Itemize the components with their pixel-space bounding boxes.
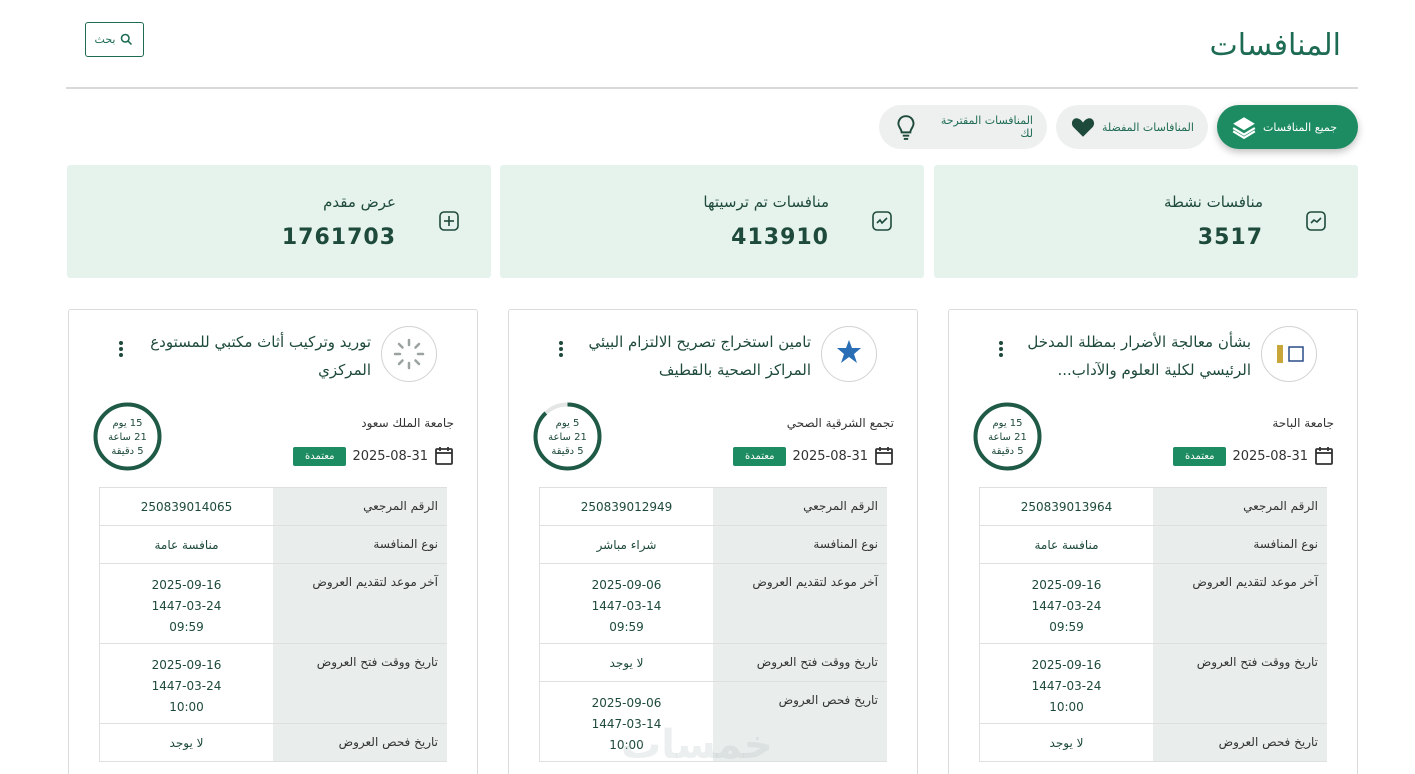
countdown-hours: 21 ساعة	[548, 432, 587, 443]
tender-title[interactable]: توريد وتركيب أثاث مكتبي للمستودع المركزي	[121, 328, 371, 384]
opening-label: تاريخ ووقت فتح العروض	[273, 644, 447, 723]
deadline-value: 2025-09-16 1447-03-24 09:59	[99, 564, 273, 643]
calendar-icon	[435, 447, 453, 465]
opening-label: تاريخ ووقت فتح العروض	[1153, 644, 1327, 723]
examination-value: لا يوجد	[979, 724, 1153, 761]
publish-date: 2025-08-31	[1232, 448, 1308, 464]
stat-value: 413910	[731, 225, 829, 250]
org-logo	[821, 326, 877, 382]
deadline-label: آخر موعد لتقديم العروض	[273, 564, 447, 643]
deadline-value: 2025-09-06 1447-03-14 09:59	[539, 564, 713, 643]
tender-details-table: الرقم المرجعي 250839013964 نوع المنافسة من…	[979, 487, 1327, 762]
header-divider	[66, 87, 1358, 89]
publish-date: 2025-08-31	[792, 448, 868, 464]
countdown-hours: 21 ساعة	[108, 432, 147, 443]
chart-line-icon	[1306, 211, 1326, 231]
calendar-icon	[875, 447, 893, 465]
tab-label: جميع المنافسات	[1263, 120, 1338, 134]
type-value: شراء مباشر	[539, 526, 713, 563]
tender-title[interactable]: تامين استخراج تصريح الالتزام البيئي المر…	[561, 328, 811, 384]
watermark-logo: خمسات	[621, 722, 773, 768]
countdown-text: 15 يوم 21 ساعة 5 دقيقة	[972, 417, 1043, 459]
ref-label: الرقم المرجعي	[273, 488, 447, 525]
more-options-icon[interactable]	[997, 341, 1005, 361]
ref-label: الرقم المرجعي	[713, 488, 887, 525]
countdown-minutes: 5 دقيقة	[551, 446, 584, 457]
opening-value: 2025-09-16 1447-03-24 10:00	[979, 644, 1153, 723]
more-options-icon[interactable]	[117, 341, 125, 361]
tender-title[interactable]: بشأن معالجة الأضرار بمظلة المدخل الرئيسي…	[1001, 328, 1251, 384]
deadline-value: 2025-09-16 1447-03-24 09:59	[979, 564, 1153, 643]
status-badge: معتمدة	[292, 446, 347, 466]
tab-suggested-tenders[interactable]: المنافسات المقترحة لك	[879, 105, 1047, 149]
countdown-days: 15 يوم	[112, 418, 143, 429]
organization-name: تجمع الشرقية الصحي	[786, 416, 894, 430]
ref-value: 250839014065	[99, 488, 273, 525]
organization-name: جامعة الملك سعود	[361, 416, 454, 430]
tab-favorite-tenders[interactable]: المنافاسات المفضلة	[1056, 105, 1208, 149]
layers-icon	[1232, 117, 1256, 140]
org-logo	[1261, 326, 1317, 382]
tabs-bar: جميع المنافسات المنافاسات المفضلة المناف…	[879, 105, 1358, 149]
deadline-label: آخر موعد لتقديم العروض	[1153, 564, 1327, 643]
stat-value: 3517	[1197, 225, 1263, 250]
tab-label: المنافسات المقترحة لك	[940, 114, 1033, 140]
more-options-icon[interactable]	[557, 341, 565, 361]
examination-label: تاريخ فحص العروض	[273, 724, 447, 761]
type-label: نوع المنافسة	[713, 526, 887, 563]
stat-label: منافسات تم ترسيتها	[703, 193, 829, 211]
status-badge: معتمدة	[1172, 446, 1227, 466]
opening-label: تاريخ ووقت فتح العروض	[713, 644, 887, 681]
examination-label: تاريخ فحص العروض	[1153, 724, 1327, 761]
tab-all-tenders[interactable]: جميع المنافسات	[1217, 105, 1358, 149]
stat-value: 1761703	[281, 225, 396, 250]
countdown-days: 5 يوم	[555, 418, 580, 429]
countdown-text: 15 يوم 21 ساعة 5 دقيقة	[92, 417, 163, 459]
tender-card[interactable]: توريد وتركيب أثاث مكتبي للمستودع المركزي…	[68, 309, 478, 774]
type-value: منافسة عامة	[99, 526, 273, 563]
type-label: نوع المنافسة	[1153, 526, 1327, 563]
countdown-days: 15 يوم	[992, 418, 1023, 429]
publish-date: 2025-08-31	[352, 448, 428, 464]
type-label: نوع المنافسة	[273, 526, 447, 563]
ref-label: الرقم المرجعي	[1153, 488, 1327, 525]
countdown-text: 5 يوم 21 ساعة 5 دقيقة	[532, 417, 603, 459]
page-title: المنافسات	[1209, 28, 1342, 63]
search-button[interactable]: بحث	[85, 22, 144, 57]
search-label: بحث	[94, 34, 116, 46]
countdown-minutes: 5 دقيقة	[111, 446, 144, 457]
lightbulb-icon	[897, 115, 915, 140]
opening-value: 2025-09-16 1447-03-24 10:00	[99, 644, 273, 723]
search-icon	[121, 33, 133, 46]
stat-label: منافسات نشطة	[1163, 193, 1263, 211]
countdown-hours: 21 ساعة	[988, 432, 1027, 443]
examination-value: لا يوجد	[99, 724, 273, 761]
deadline-label: آخر موعد لتقديم العروض	[713, 564, 887, 643]
check-box-icon	[872, 211, 892, 231]
status-badge: معتمدة	[732, 446, 787, 466]
tender-details-table: الرقم المرجعي 250839012949 نوع المنافسة شر…	[539, 487, 887, 762]
opening-value: لا يوجد	[539, 644, 713, 681]
stats-row: منافسات نشطة 3517 منافسات تم ترسيتها 413…	[67, 165, 1358, 278]
tender-details-table: الرقم المرجعي 250839014065 نوع المنافسة من…	[99, 487, 447, 762]
heart-icon	[1071, 118, 1095, 137]
stat-submitted-offers: عرض مقدم 1761703	[67, 165, 491, 278]
tender-card[interactable]: بشأن معالجة الأضرار بمظلة المدخل الرئيسي…	[948, 309, 1358, 774]
stat-awarded-tenders: منافسات تم ترسيتها 413910	[500, 165, 924, 278]
plus-box-icon	[439, 211, 459, 231]
calendar-icon	[1315, 447, 1333, 465]
stat-label: عرض مقدم	[323, 193, 396, 211]
tab-label: المنافاسات المفضلة	[1102, 120, 1194, 134]
tender-card[interactable]: تامين استخراج تصريح الالتزام البيئي المر…	[508, 309, 918, 774]
ref-value: 250839013964	[979, 488, 1153, 525]
org-logo	[381, 326, 437, 382]
stat-active-tenders: منافسات نشطة 3517	[934, 165, 1358, 278]
type-value: منافسة عامة	[979, 526, 1153, 563]
countdown-minutes: 5 دقيقة	[991, 446, 1024, 457]
organization-name: جامعة الباحة	[1272, 416, 1334, 430]
ref-value: 250839012949	[539, 488, 713, 525]
